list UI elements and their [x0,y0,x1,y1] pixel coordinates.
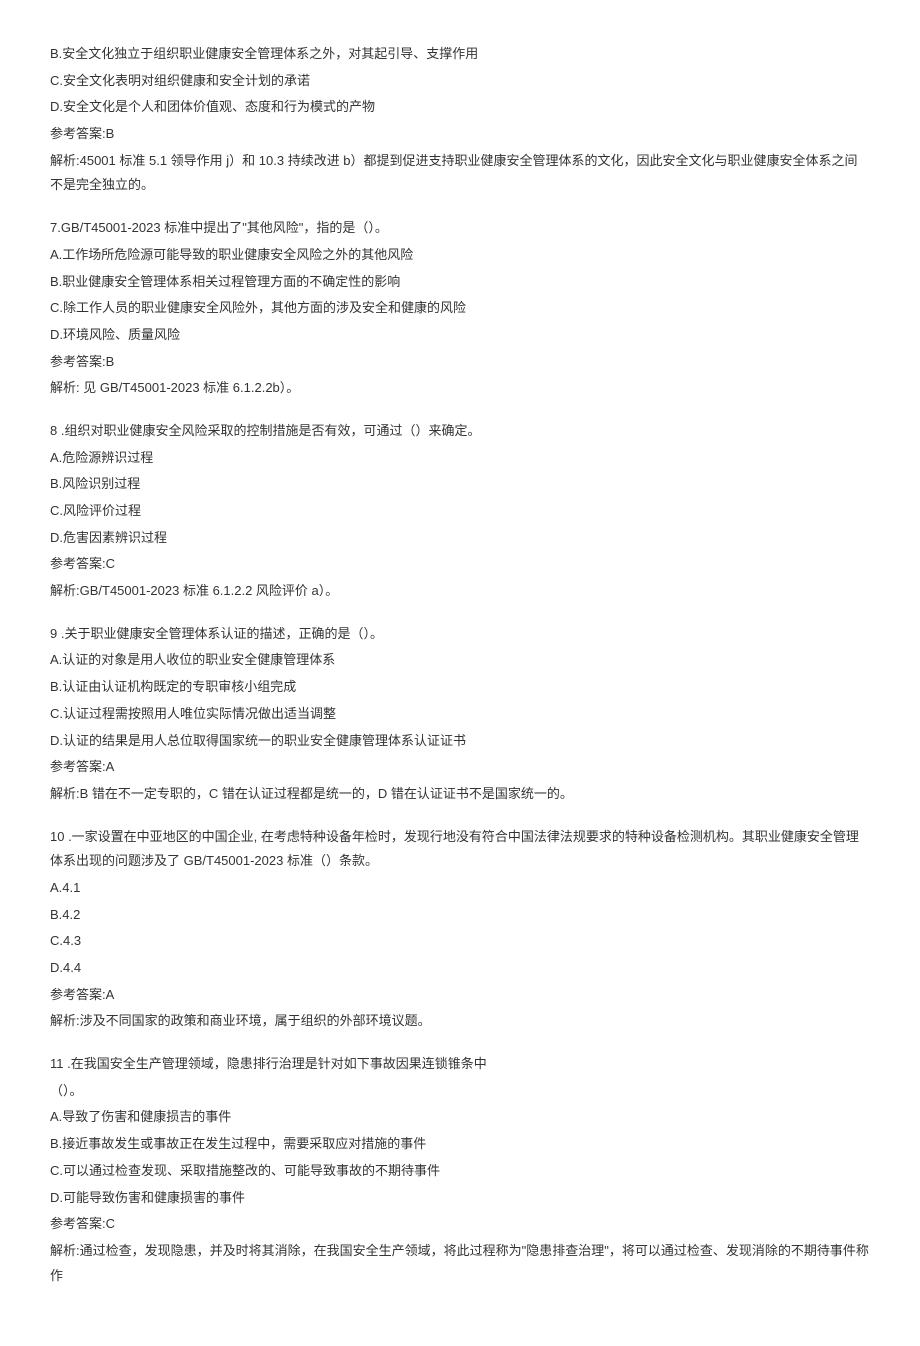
explanation: 解析:涉及不同国家的政策和商业环境，属于组织的外部环境议题。 [50,1009,870,1034]
explanation: 解析:45001 标准 5.1 领导作用 j）和 10.3 持续改进 b）都提到… [50,149,870,198]
answer: 参考答案:C [50,552,870,577]
option-a: A.导致了伤害和健康损吉的事件 [50,1105,870,1130]
option-d: D.危害因素辨识过程 [50,526,870,551]
explanation: 解析: 见 GB/T45001-2023 标准 6.1.2.2b）。 [50,376,870,401]
stem: 10 .一家设置在中亚地区的中国企业, 在考虑特种设备年检时，发现行地没有符合中… [50,825,870,874]
question-9: 9 .关于职业健康安全管理体系认证的描述，正确的是（）。 A.认证的对象是用人收… [50,622,870,807]
option-b: B.安全文化独立于组织职业健康安全管理体系之外，对其起引导、支撑作用 [50,42,870,67]
question-7: 7.GB/T45001-2023 标准中提出了"其他风险"，指的是（）。 A.工… [50,216,870,401]
option-c: C.4.3 [50,929,870,954]
option-d: D.4.4 [50,956,870,981]
option-b: B.4.2 [50,903,870,928]
option-c: C.风险评价过程 [50,499,870,524]
option-a: A.认证的对象是用人收位的职业安全健康管理体系 [50,648,870,673]
stem: 7.GB/T45001-2023 标准中提出了"其他风险"，指的是（）。 [50,216,870,241]
stem: 11 .在我国安全生产管理领域，隐患排行治理是针对如下事故因果连锁锥条中 [50,1052,870,1077]
option-a: A.危险源辨识过程 [50,446,870,471]
option-b: B.职业健康安全管理体系相关过程管理方面的不确定性的影响 [50,270,870,295]
option-c: C.可以通过检查发现、采取措施整改的、可能导致事故的不期待事件 [50,1159,870,1184]
option-c: C.安全文化表明对组织健康和安全计划的承诺 [50,69,870,94]
option-d: D.认证的结果是用人总位取得国家统一的职业安全健康管理体系认证证书 [50,729,870,754]
option-b: B.认证由认证机构既定的专职审核小组完成 [50,675,870,700]
option-c: C.除工作人员的职业健康安全风险外，其他方面的涉及安全和健康的风险 [50,296,870,321]
stem-line2: （）。 [50,1079,870,1104]
stem: 8 .组织对职业健康安全风险采取的控制措施是否有效，可通过（）来确定。 [50,419,870,444]
question-11: 11 .在我国安全生产管理领域，隐患排行治理是针对如下事故因果连锁锥条中 （）。… [50,1052,870,1288]
stem: 9 .关于职业健康安全管理体系认证的描述，正确的是（）。 [50,622,870,647]
option-b: B.风险识别过程 [50,472,870,497]
explanation: 解析:GB/T45001-2023 标准 6.1.2.2 风险评价 a）。 [50,579,870,604]
option-d: D.环境风险、质量风险 [50,323,870,348]
option-d: D.安全文化是个人和团体价值观、态度和行为模式的产物 [50,95,870,120]
answer: 参考答案:C [50,1212,870,1237]
answer: 参考答案:A [50,983,870,1008]
explanation: 解析:通过检查，发现隐患，并及时将其消除，在我国安全生产领域，将此过程称为"隐患… [50,1239,870,1288]
option-a: A.4.1 [50,876,870,901]
question-6-tail: B.安全文化独立于组织职业健康安全管理体系之外，对其起引导、支撑作用 C.安全文… [50,42,870,198]
option-d: D.可能导致伤害和健康损害的事件 [50,1186,870,1211]
answer: 参考答案:B [50,350,870,375]
answer: 参考答案:B [50,122,870,147]
answer: 参考答案:A [50,755,870,780]
option-a: A.工作场所危险源可能导致的职业健康安全风险之外的其他风险 [50,243,870,268]
question-10: 10 .一家设置在中亚地区的中国企业, 在考虑特种设备年检时，发现行地没有符合中… [50,825,870,1035]
question-8: 8 .组织对职业健康安全风险采取的控制措施是否有效，可通过（）来确定。 A.危险… [50,419,870,604]
option-c: C.认证过程需按照用人唯位实际情况做出适当调整 [50,702,870,727]
option-b: B.接近事故发生或事故正在发生过程中，需要采取应对措施的事件 [50,1132,870,1157]
explanation: 解析:B 错在不一定专职的，C 错在认证过程都是统一的，D 错在认证证书不是国家… [50,782,870,807]
